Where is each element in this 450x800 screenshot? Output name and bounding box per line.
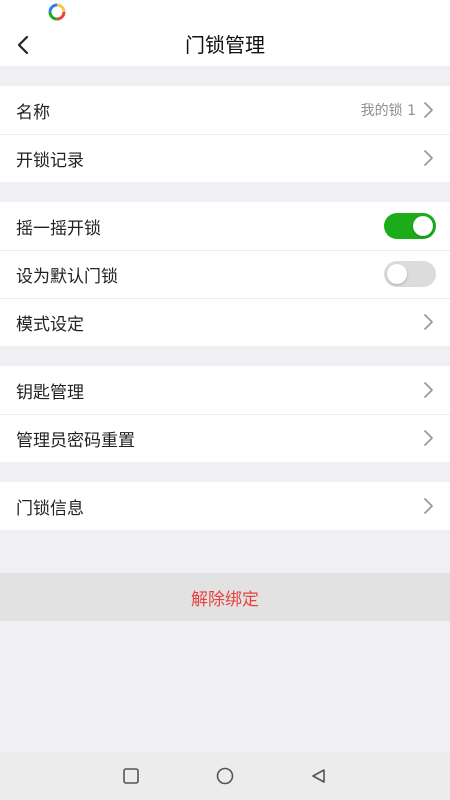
settings-group-unlock: 摇一摇开锁 设为默认门锁 模式设定 <box>0 202 450 346</box>
row-key-management[interactable]: 钥匙管理 <box>0 366 450 414</box>
row-label: 名称 <box>16 102 50 123</box>
default-lock-toggle[interactable] <box>384 261 436 287</box>
row-admin-password-reset[interactable]: 管理员密码重置 <box>0 414 450 462</box>
row-name[interactable]: 名称 我的锁 1 <box>0 86 450 134</box>
back-button[interactable] <box>6 28 40 62</box>
settings-group-info: 门锁信息 <box>0 482 450 530</box>
page-title: 门锁管理 <box>185 33 265 57</box>
row-label: 开锁记录 <box>16 150 84 171</box>
system-navigation-bar <box>0 752 450 800</box>
color-ring-app-icon <box>48 3 66 21</box>
row-value: 我的锁 1 <box>360 103 416 119</box>
row-mode-settings[interactable]: 模式设定 <box>0 298 450 346</box>
shake-unlock-toggle[interactable] <box>384 213 436 239</box>
chevron-right-icon <box>424 102 433 118</box>
toggle-knob <box>413 216 433 236</box>
chevron-right-icon <box>424 498 433 514</box>
unbind-label: 解除绑定 <box>191 589 259 610</box>
triangle-back-icon <box>312 769 325 783</box>
settings-list: 名称 我的锁 1 开锁记录 摇一摇开锁 设为默认门锁 模式设定 钥匙管理 管理员… <box>0 66 450 530</box>
row-label: 管理员密码重置 <box>16 430 135 451</box>
chevron-left-icon <box>17 35 29 55</box>
chevron-right-icon <box>424 314 433 330</box>
row-label: 摇一摇开锁 <box>16 218 101 239</box>
chevron-right-icon <box>424 382 433 398</box>
circle-icon <box>216 767 234 785</box>
row-label: 设为默认门锁 <box>16 266 118 287</box>
row-shake-unlock: 摇一摇开锁 <box>0 202 450 250</box>
row-default-lock: 设为默认门锁 <box>0 250 450 298</box>
settings-group-basic: 名称 我的锁 1 开锁记录 <box>0 86 450 182</box>
square-icon <box>123 768 139 784</box>
row-label: 模式设定 <box>16 314 84 335</box>
home-button[interactable] <box>202 753 248 799</box>
settings-group-keys: 钥匙管理 管理员密码重置 <box>0 366 450 462</box>
row-lock-info[interactable]: 门锁信息 <box>0 482 450 530</box>
chevron-right-icon <box>424 150 433 166</box>
status-bar <box>0 0 450 24</box>
row-unlock-records[interactable]: 开锁记录 <box>0 134 450 182</box>
recent-apps-button[interactable] <box>108 753 154 799</box>
toggle-knob <box>387 264 407 284</box>
row-label: 门锁信息 <box>16 498 84 519</box>
navigation-bar: 门锁管理 <box>0 24 450 66</box>
system-back-button[interactable] <box>296 753 342 799</box>
chevron-right-icon <box>424 430 433 446</box>
unbind-button[interactable]: 解除绑定 <box>0 573 450 621</box>
row-label: 钥匙管理 <box>16 382 84 403</box>
